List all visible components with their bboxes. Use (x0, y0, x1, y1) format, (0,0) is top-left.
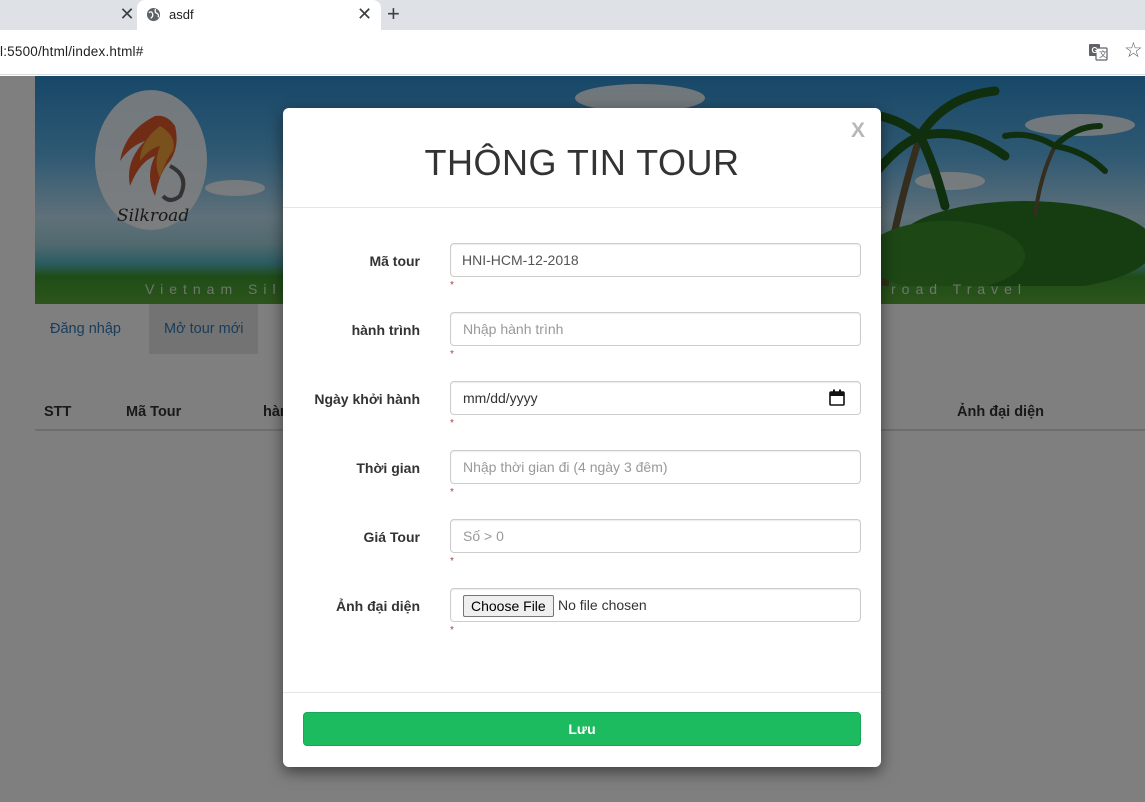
form-row-ngay-khoi-hanh: Ngày khởi hành mm/dd/yyyy * (283, 381, 881, 441)
svg-text:G: G (1092, 46, 1098, 55)
field-label: Mã tour (369, 253, 420, 269)
form-row-thoi-gian: Thời gian * (283, 450, 881, 510)
tab-title: asdf (169, 7, 194, 22)
field-label: Thời gian (356, 460, 420, 476)
new-tab-icon[interactable]: + (387, 2, 400, 26)
file-status-text: No file chosen (558, 597, 647, 613)
form-row-ma-tour: Mã tour HNI-HCM-12-2018 * (283, 243, 881, 303)
field-label: hành trình (351, 322, 420, 338)
svg-text:文: 文 (1099, 49, 1107, 59)
divider (283, 207, 881, 208)
required-mark: * (450, 487, 454, 498)
url-text[interactable]: l:5500/html/index.html# (0, 44, 143, 59)
close-icon[interactable]: ✕ (117, 4, 137, 24)
close-button[interactable]: X (851, 120, 865, 142)
date-placeholder: mm/dd/yyyy (463, 390, 538, 406)
required-mark: * (450, 625, 454, 636)
itinerary-input[interactable] (450, 312, 861, 346)
translate-icon[interactable]: G 文 (1088, 42, 1108, 62)
address-bar: l:5500/html/index.html# G 文 ☆ (0, 30, 1145, 75)
tour-info-modal: X THÔNG TIN TOUR Mã tour HNI-HCM-12-2018… (283, 108, 881, 767)
modal-title: THÔNG TIN TOUR (424, 142, 740, 183)
close-icon[interactable]: ✕ (357, 4, 372, 24)
required-mark: * (450, 349, 454, 360)
form-row-anh-dai-dien: Ảnh đại diện Choose File No file chosen … (283, 588, 881, 648)
bookmark-star-icon[interactable]: ☆ (1124, 40, 1143, 62)
required-mark: * (450, 556, 454, 567)
required-mark: * (450, 418, 454, 429)
field-label: Ngày khởi hành (314, 391, 420, 407)
tour-code-value: HNI-HCM-12-2018 (462, 252, 579, 268)
save-button[interactable]: Lưu (303, 712, 861, 746)
choose-file-button[interactable]: Choose File (463, 595, 554, 617)
required-mark: * (450, 280, 454, 291)
field-label: Giá Tour (363, 529, 420, 545)
price-input[interactable] (450, 519, 861, 553)
calendar-icon[interactable] (829, 389, 845, 406)
globe-icon (146, 7, 161, 22)
browser-tab[interactable]: asdf ✕ (137, 0, 381, 30)
form-row-hanh-trinh: hành trình * (283, 312, 881, 372)
duration-input[interactable] (450, 450, 861, 484)
field-label: Ảnh đại diện (336, 598, 420, 614)
browser-tab-bar: ✕ asdf ✕ + (0, 0, 1145, 30)
divider (283, 692, 881, 693)
form-row-gia-tour: Giá Tour * (283, 519, 881, 579)
